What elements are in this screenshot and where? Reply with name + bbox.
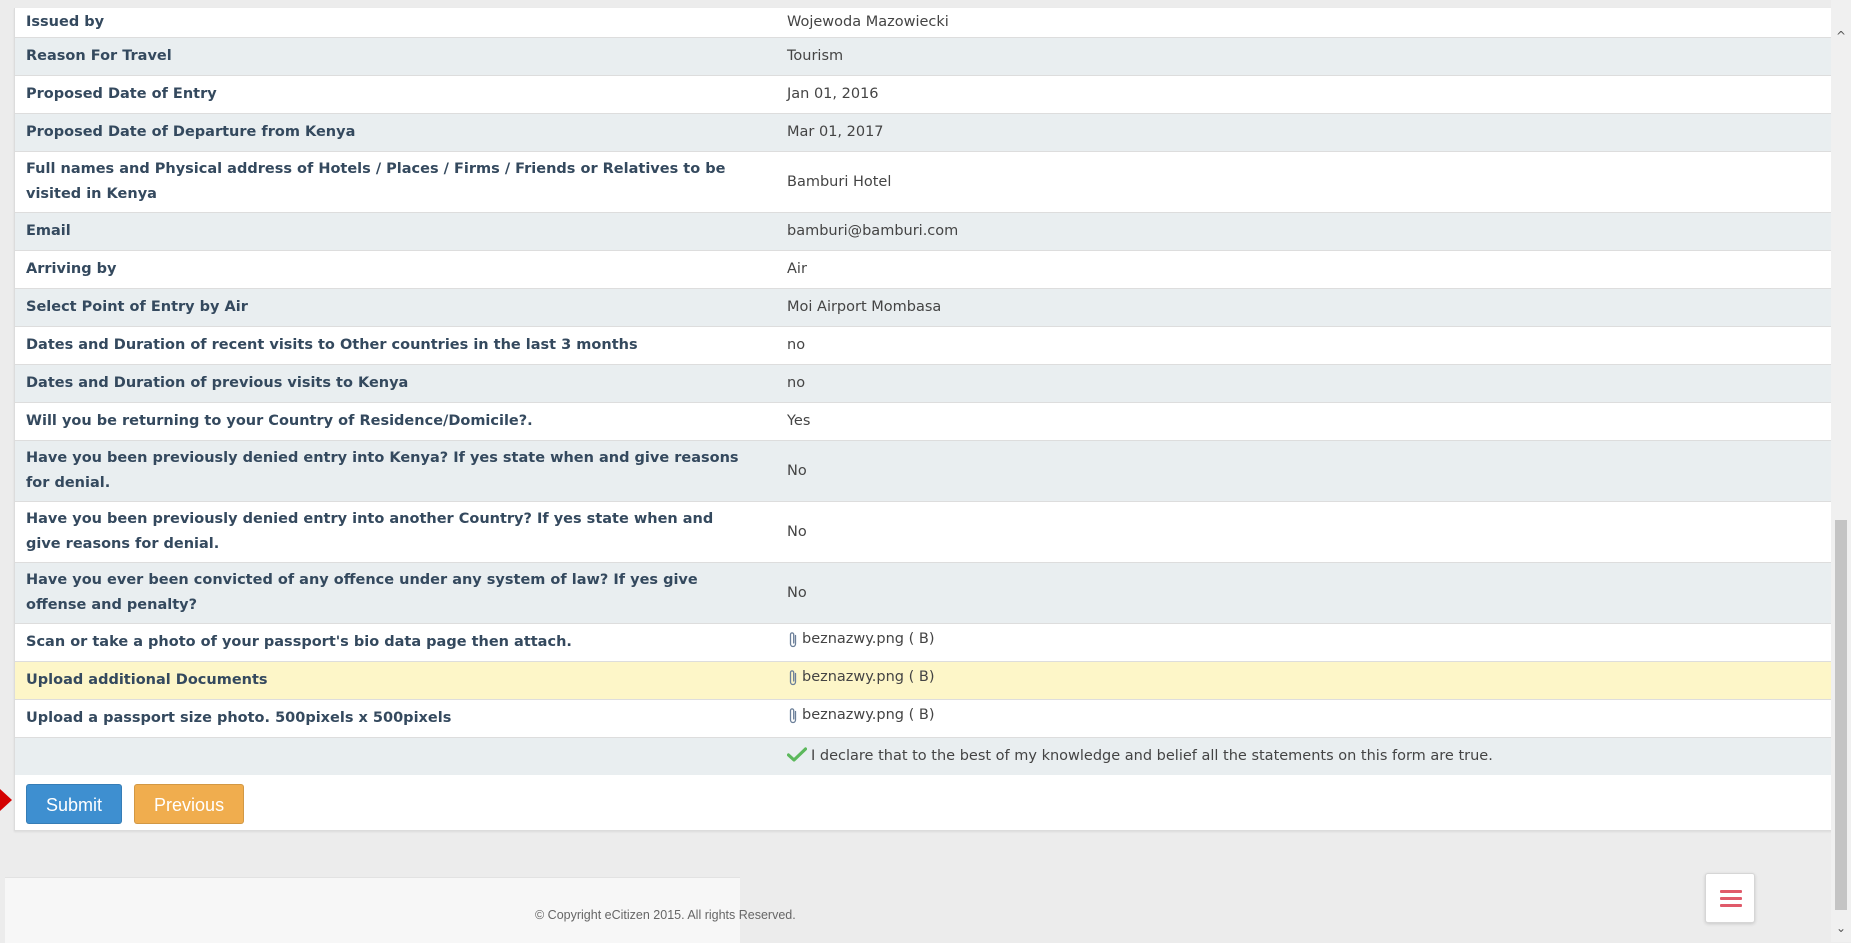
page-footer: © Copyright eCitizen 2015. All rights Re… (5, 877, 796, 943)
row-label: Have you been previously denied entry in… (15, 440, 761, 502)
declaration-row: I declare that to the best of my knowled… (15, 737, 1831, 775)
row-label: Reason For Travel (15, 37, 761, 76)
table-row: Reason For Travel Tourism (15, 37, 1831, 76)
form-actions: Submit Previous (26, 784, 245, 824)
row-value: beznazwy.png ( B) (761, 699, 1831, 738)
copyright-text: © Copyright eCitizen 2015. All rights Re… (535, 908, 796, 922)
table-row: Arriving by Air (15, 250, 1831, 289)
application-review-table: Issued by Wojewoda Mazowiecki Reason For… (15, 8, 1831, 775)
submit-button[interactable]: Submit (26, 784, 123, 824)
vertical-scrollbar[interactable]: ^ ⌄ (1831, 0, 1851, 942)
row-label: Full names and Physical address of Hotel… (15, 151, 761, 213)
row-value: Air (761, 250, 1831, 289)
table-row: Upload additional Documents beznazwy.png… (15, 661, 1831, 700)
row-label: Arriving by (15, 250, 761, 289)
attachment-filename: beznazwy.png ( B) (802, 707, 935, 724)
hamburger-menu-button[interactable] (1705, 873, 1755, 923)
row-label: Upload a passport size photo. 500pixels … (15, 699, 761, 738)
row-label: Will you be returning to your Country of… (15, 402, 761, 441)
row-label: Upload additional Documents (15, 661, 761, 700)
row-label: Proposed Date of Entry (15, 75, 761, 114)
row-value: Moi Airport Mombasa (761, 288, 1831, 327)
scroll-up-icon[interactable]: ^ (1831, 26, 1851, 46)
row-value: no (761, 326, 1831, 365)
row-value: no (761, 364, 1831, 403)
row-label: Scan or take a photo of your passport's … (15, 623, 761, 662)
attachment-link[interactable]: beznazwy.png ( B) (787, 703, 934, 728)
row-label: Dates and Duration of recent visits to O… (15, 326, 761, 365)
table-row: Have you ever been convicted of any offe… (15, 562, 1831, 624)
table-row: Email bamburi@bamburi.com (15, 212, 1831, 251)
table-row: Scan or take a photo of your passport's … (15, 623, 1831, 662)
attachment-link[interactable]: beznazwy.png ( B) (787, 627, 934, 652)
table-row: Have you been previously denied entry in… (15, 440, 1831, 502)
row-value: bamburi@bamburi.com (761, 212, 1831, 251)
review-panel: Issued by Wojewoda Mazowiecki Reason For… (14, 8, 1832, 831)
hamburger-menu-icon (1720, 890, 1742, 893)
row-value: No (761, 501, 1831, 563)
attachment-filename: beznazwy.png ( B) (802, 669, 935, 686)
row-label: Email (15, 212, 761, 251)
declaration-text: I declare that to the best of my knowled… (811, 748, 1493, 764)
table-row: Dates and Duration of recent visits to O… (15, 326, 1831, 365)
row-label: Have you ever been convicted of any offe… (15, 562, 761, 624)
table-row: Dates and Duration of previous visits to… (15, 364, 1831, 403)
row-value: Bamburi Hotel (761, 151, 1831, 213)
red-arrow-marker (0, 789, 12, 811)
row-value: Mar 01, 2017 (761, 113, 1831, 152)
table-row: Proposed Date of Entry Jan 01, 2016 (15, 75, 1831, 114)
table-row: Will you be returning to your Country of… (15, 402, 1831, 441)
row-value: Tourism (761, 37, 1831, 76)
paperclip-icon (789, 670, 797, 685)
row-label: Issued by (15, 8, 761, 38)
row-value: Jan 01, 2016 (761, 75, 1831, 114)
previous-button[interactable]: Previous (134, 784, 245, 824)
row-value: Yes (761, 402, 1831, 441)
attachment-filename: beznazwy.png ( B) (802, 631, 935, 648)
declaration-cell: I declare that to the best of my knowled… (761, 737, 1831, 775)
row-value: beznazwy.png ( B) (761, 661, 1831, 700)
row-value: No (761, 440, 1831, 502)
table-row: Full names and Physical address of Hotel… (15, 151, 1831, 213)
row-value: beznazwy.png ( B) (761, 623, 1831, 662)
row-label: Dates and Duration of previous visits to… (15, 364, 761, 403)
table-row: Proposed Date of Departure from Kenya Ma… (15, 113, 1831, 152)
attachment-link[interactable]: beznazwy.png ( B) (787, 665, 934, 690)
table-row: Select Point of Entry by Air Moi Airport… (15, 288, 1831, 327)
checkmark-icon (787, 747, 807, 762)
row-label: Have you been previously denied entry in… (15, 501, 761, 563)
table-row: Have you been previously denied entry in… (15, 501, 1831, 563)
row-value: No (761, 562, 1831, 624)
row-label: Proposed Date of Departure from Kenya (15, 113, 761, 152)
table-row: Upload a passport size photo. 500pixels … (15, 699, 1831, 738)
row-value: Wojewoda Mazowiecki (761, 8, 1831, 38)
paperclip-icon (789, 632, 797, 647)
scroll-down-icon[interactable]: ⌄ (1831, 918, 1851, 938)
hamburger-menu-icon (1720, 897, 1742, 900)
row-label: Select Point of Entry by Air (15, 288, 761, 327)
paperclip-icon (789, 708, 797, 723)
hamburger-menu-icon (1720, 904, 1742, 907)
table-row: Issued by Wojewoda Mazowiecki (15, 8, 1831, 38)
scroll-thumb[interactable] (1835, 520, 1847, 910)
row-label-empty (15, 737, 761, 775)
